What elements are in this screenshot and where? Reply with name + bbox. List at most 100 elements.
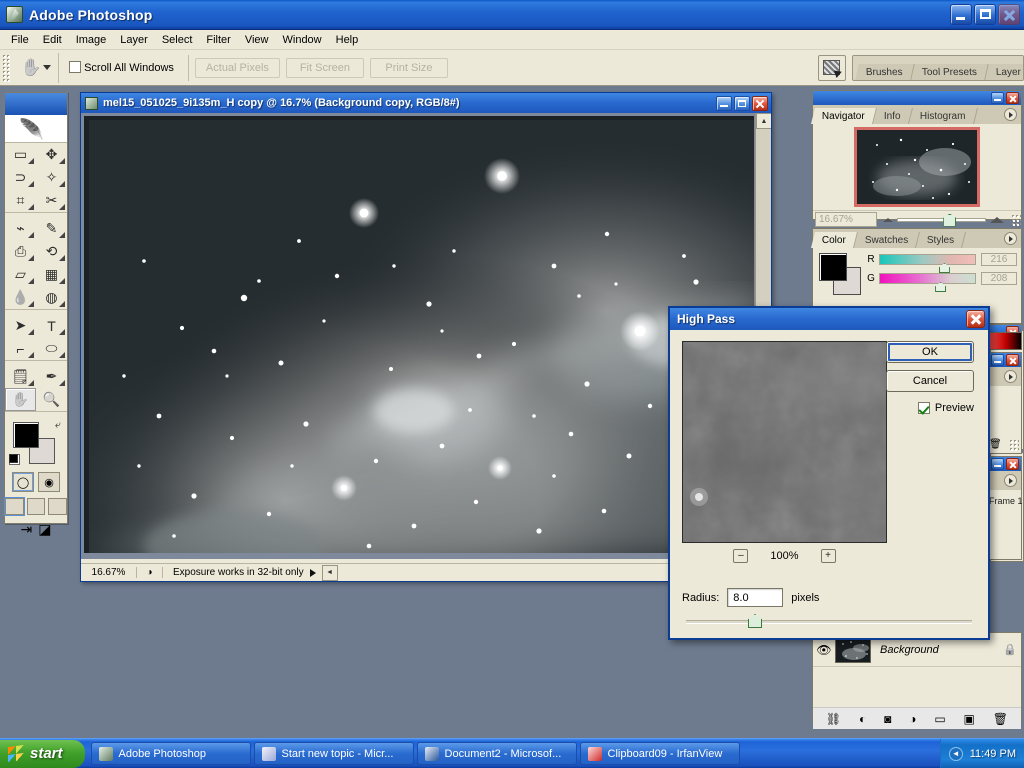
ok-button[interactable]: OK (886, 341, 974, 363)
preview-zoom-in-button[interactable]: + (820, 549, 836, 563)
tab-styles[interactable]: Styles (916, 232, 967, 248)
layer-mask-icon[interactable]: ◙ (884, 712, 891, 726)
standard-mask-mode-icon[interactable]: ◯ (12, 472, 34, 492)
layer-style-icon[interactable]: ◐ (859, 712, 866, 726)
zoom-out-mountain-icon[interactable] (883, 217, 893, 222)
channel-slider-g[interactable] (879, 273, 976, 292)
dialog-preview-box[interactable] (682, 341, 887, 543)
document-maximize-button[interactable] (734, 95, 750, 111)
toolbox-title-bar[interactable] (5, 93, 67, 115)
navigator-minimize-button[interactable] (991, 92, 1004, 104)
chevron-down-icon[interactable] (42, 65, 51, 70)
radius-slider-knob[interactable] (748, 614, 762, 628)
navigator-palette-menu-icon[interactable] (1004, 108, 1017, 121)
menu-item-view[interactable]: View (238, 32, 276, 48)
actual-pixels-button[interactable]: Actual Pixels (194, 57, 280, 78)
tool-magic-wand-icon[interactable]: ✧ (36, 166, 67, 189)
tab-navigator[interactable]: Navigator (811, 108, 877, 124)
scroll-all-windows-option[interactable]: Scroll All Windows (69, 61, 174, 74)
tool-hand-icon[interactable]: ✋ (5, 388, 36, 411)
scroll-all-windows-checkbox[interactable] (69, 61, 81, 73)
tool-pen-icon[interactable]: ⌐ (5, 337, 36, 360)
app-close-button[interactable] (998, 4, 1020, 25)
well-tab-tool-presets[interactable]: Tool Presets (910, 63, 989, 80)
navigator-preview-area[interactable] (813, 124, 1021, 210)
tool-rectangular-marquee-icon[interactable]: ▭ (5, 143, 36, 166)
channel-slider-knob-r[interactable] (938, 263, 950, 273)
hidden-palette-1-menu-icon[interactable] (1004, 370, 1017, 383)
jump-to-imageready-icon[interactable]: ⇥ (21, 521, 33, 538)
start-button[interactable]: start (0, 739, 85, 768)
preview-option[interactable]: Preview (917, 402, 974, 414)
animation-close-button[interactable] (1006, 458, 1019, 470)
tool-dodge-icon[interactable]: ◍ (36, 286, 67, 309)
options-bar-grip[interactable] (2, 53, 10, 82)
menu-item-file[interactable]: File (4, 32, 36, 48)
menu-item-window[interactable]: Window (276, 32, 329, 48)
tool-history-brush-icon[interactable]: ⟲ (36, 240, 67, 263)
palette-well-icon[interactable] (818, 54, 846, 81)
layer-thumbnail[interactable] (835, 636, 871, 663)
document-close-button[interactable] (752, 95, 768, 111)
full-screen-menubar-icon[interactable] (26, 498, 46, 515)
channel-value-g[interactable]: 208 (981, 272, 1017, 285)
channel-value-r[interactable]: 216 (981, 253, 1017, 266)
hidden-palette-1-close-button[interactable] (1006, 354, 1019, 366)
menu-item-help[interactable]: Help (329, 32, 366, 48)
default-colors-icon[interactable] (9, 454, 20, 465)
color-spectrum-strip[interactable] (986, 332, 1022, 350)
tool-eyedropper-icon[interactable]: ✒ (36, 365, 67, 388)
swap-colors-icon[interactable]: ⤶ (55, 419, 61, 432)
color-palette-menu-icon[interactable] (1004, 232, 1017, 245)
hidden-palette-1-minimize-button[interactable] (991, 354, 1004, 366)
tool-move-icon[interactable]: ✥ (36, 143, 67, 166)
tool-path-selection-icon[interactable]: ➤ (5, 314, 36, 337)
tray-expand-icon[interactable]: ◄ (948, 746, 963, 761)
menu-item-edit[interactable]: Edit (36, 32, 69, 48)
tool-slice-icon[interactable]: ✂ (36, 189, 67, 212)
radius-input[interactable]: 8.0 (727, 588, 784, 607)
quick-mask-mode-icon[interactable]: ◉ (38, 472, 60, 492)
nebula-image-canvas[interactable] (84, 116, 754, 553)
dialog-title-bar[interactable]: High Pass (670, 308, 988, 330)
dialog-close-button[interactable] (966, 310, 985, 328)
preview-checkbox[interactable] (917, 402, 930, 414)
animation-palette-menu-icon[interactable] (1004, 474, 1017, 487)
menu-item-layer[interactable]: Layer (113, 32, 155, 48)
tool-zoom-icon[interactable]: 🔍 (36, 388, 67, 411)
navigator-resize-grip[interactable] (1011, 213, 1021, 226)
full-screen-icon[interactable] (48, 498, 68, 515)
new-group-icon[interactable]: ▭ (934, 712, 945, 726)
print-size-button[interactable]: Print Size (369, 57, 448, 78)
document-zoom-level[interactable]: 16.67% (81, 567, 137, 578)
tool-eraser-icon[interactable]: ▱ (5, 263, 36, 286)
tab-swatches[interactable]: Swatches (853, 232, 921, 248)
tool-lasso-icon[interactable]: ⊃ (5, 166, 36, 189)
tool-blur-icon[interactable]: 💧 (5, 286, 36, 309)
system-clock[interactable]: 11:49 PM (970, 748, 1016, 760)
new-layer-icon[interactable]: ▣ (964, 712, 975, 726)
navigator-zoom-slider[interactable] (897, 213, 986, 227)
tool-gradient-icon[interactable]: ▦ (36, 263, 67, 286)
navigator-zoom-slider-knob[interactable] (943, 213, 957, 227)
tool-healing-brush-icon[interactable]: ⌁ (5, 217, 36, 240)
jump-icon[interactable]: ◪ (38, 521, 51, 538)
document-minimize-button[interactable] (716, 95, 732, 111)
tab-color[interactable]: Color (811, 232, 858, 248)
radius-slider[interactable] (686, 614, 972, 628)
status-scroll-left-arrow[interactable]: ◄ (321, 564, 338, 581)
well-tab-brushes[interactable]: Brushes (855, 63, 915, 80)
standard-screen-mode-icon[interactable] (4, 497, 25, 516)
delete-icon[interactable]: 🗑 (989, 439, 1002, 450)
navigator-thumbnail[interactable] (854, 127, 980, 207)
app-maximize-button[interactable] (974, 4, 996, 25)
link-layers-icon[interactable]: ⛓ (826, 712, 841, 726)
navigator-zoom-input[interactable]: 16.67% (815, 212, 877, 227)
taskbar-item-word[interactable]: Document2 - Microsof... (416, 742, 577, 765)
eye-icon[interactable]: 👁 (813, 643, 835, 657)
tab-info[interactable]: Info (872, 108, 913, 124)
tool-crop-icon[interactable]: ⌗ (5, 189, 36, 212)
scroll-up-arrow[interactable]: ▲ (756, 113, 771, 129)
color-foreground-swatch[interactable] (819, 253, 847, 281)
menu-item-select[interactable]: Select (155, 32, 200, 48)
